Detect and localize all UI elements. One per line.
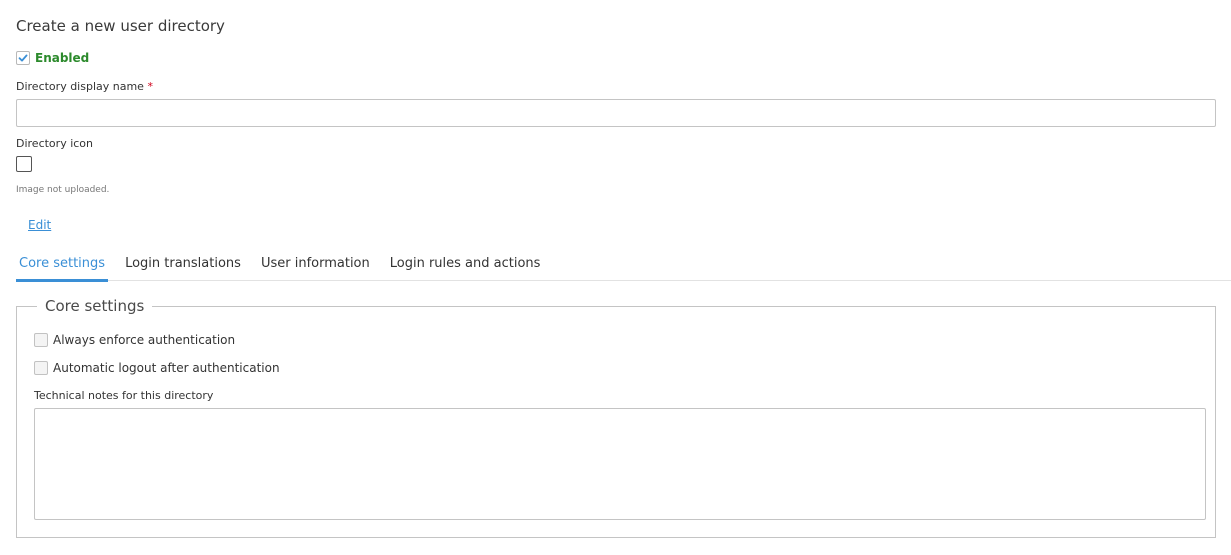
tab-bar: Core settings Login translations User in…: [16, 254, 1231, 282]
auto-logout-label: Automatic logout after authentication: [53, 361, 280, 375]
tab-user-information[interactable]: User information: [258, 254, 373, 281]
auto-logout-option[interactable]: Automatic logout after authentication: [34, 360, 280, 376]
display-name-label-text: Directory display name: [16, 80, 144, 93]
tab-login-rules-and-actions[interactable]: Login rules and actions: [387, 254, 544, 281]
page: Create a new user directory Enabled Dire…: [0, 0, 1231, 555]
image-status-text: Image not uploaded.: [16, 185, 110, 195]
technical-notes-label: Technical notes for this directory: [34, 389, 214, 402]
always-enforce-label: Always enforce authentication: [53, 333, 236, 347]
enabled-toggle[interactable]: Enabled: [16, 50, 89, 66]
core-settings-fieldset: Core settings Always enforce authenticat…: [16, 296, 1216, 538]
enabled-checkbox[interactable]: [16, 51, 30, 65]
page-title: Create a new user directory: [16, 17, 225, 35]
display-name-label: Directory display name *: [16, 80, 153, 94]
directory-icon-preview[interactable]: [16, 156, 32, 172]
tab-login-translations[interactable]: Login translations: [122, 254, 244, 281]
always-enforce-option[interactable]: Always enforce authentication: [34, 332, 235, 348]
display-name-input[interactable]: [16, 99, 1216, 127]
edit-icon-link[interactable]: Edit: [28, 218, 51, 232]
tab-core-settings[interactable]: Core settings: [16, 254, 109, 282]
enabled-label: Enabled: [35, 51, 90, 65]
auto-logout-checkbox[interactable]: [34, 361, 48, 375]
required-mark: *: [147, 80, 153, 93]
directory-icon-label: Directory icon: [16, 137, 93, 150]
core-settings-legend: Core settings: [37, 296, 153, 316]
checkmark-icon: [18, 54, 28, 62]
always-enforce-checkbox[interactable]: [34, 333, 48, 347]
technical-notes-textarea[interactable]: [34, 408, 1206, 520]
